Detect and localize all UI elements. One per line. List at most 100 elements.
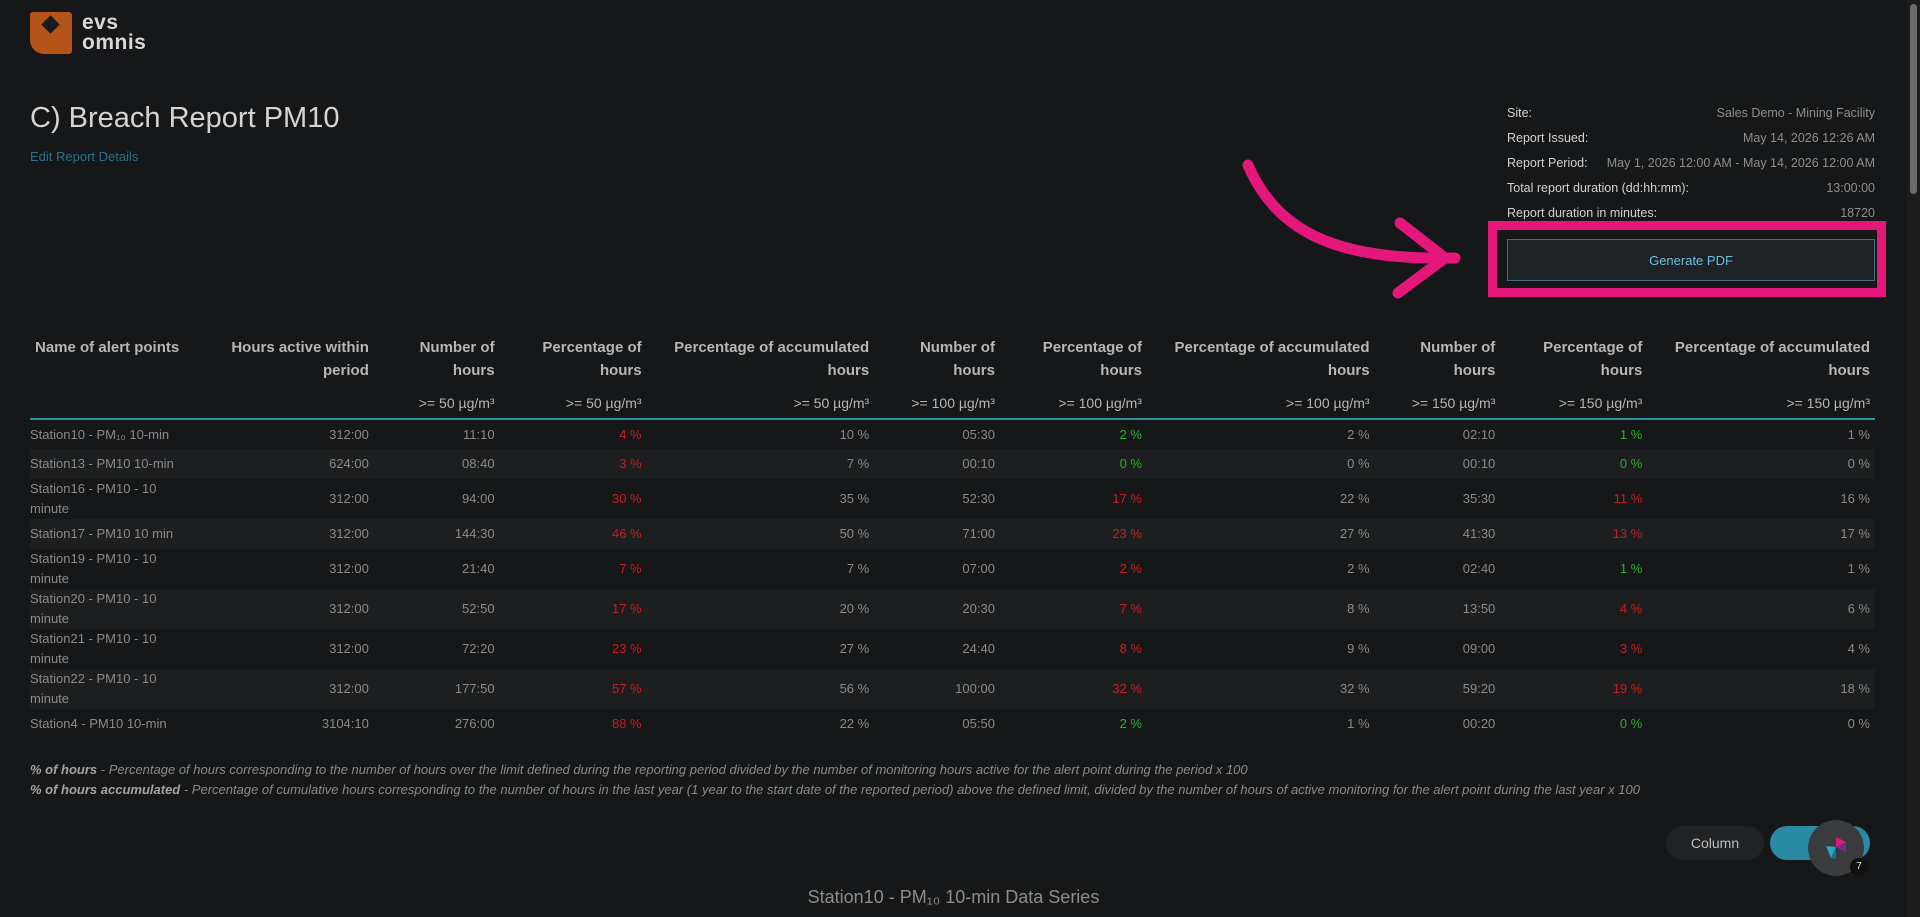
table-cell: 50 % (839, 526, 870, 541)
table-cell: 1 % (1347, 716, 1370, 731)
column-header: Name of alert points (35, 339, 180, 356)
page-scrollbar[interactable] (1907, 0, 1920, 917)
table-cell: 27 % (1339, 526, 1370, 541)
footnote-hours-text: - Percentage of hours corresponding to t… (97, 762, 1248, 777)
table-cell: 0 % (1347, 456, 1370, 471)
table-cell: 32 % (1112, 681, 1142, 696)
table-row: Station17 - PM10 10 min 312:00 144:30 46 % 5… (30, 519, 1875, 549)
table-cell: 1 % (1847, 561, 1870, 576)
meta-value: Sales Demo - Mining Facility (1716, 106, 1875, 120)
table-cell: 2 % (1347, 426, 1370, 442)
table-cell: 32 % (1339, 681, 1370, 696)
column-unit: >= 50 µg/m³ (499, 390, 647, 420)
column-header: Percentage of accumulated hours (1174, 339, 1370, 379)
generate-pdf-button[interactable]: Generate PDF (1507, 239, 1875, 281)
table-cell: 23 % (1112, 526, 1142, 541)
table-cell: 08:40 (462, 456, 495, 471)
help-notification-badge: 7 (1850, 858, 1868, 876)
column-header: Percentage of accumulated hours (1674, 339, 1870, 379)
alert-point-name: Station21 - PM10 - 10 minute (30, 631, 157, 666)
column-header: Number of hours (419, 339, 495, 379)
table-cell: 4 % (619, 426, 642, 442)
table-cell: 21:40 (462, 561, 495, 576)
meta-row: Report Issued: May 14, 2026 12:26 AM (1507, 129, 1875, 154)
alert-point-name: Station10 - PM₁₀ 10-min (30, 426, 170, 442)
table-cell: 13:50 (1462, 601, 1496, 616)
column-unit (30, 390, 199, 420)
meta-row: Total report duration (dd:hh:mm): 13:00:0… (1507, 179, 1875, 204)
table-cell: 52:50 (462, 601, 495, 616)
meta-label: Report Issued: (1507, 131, 1589, 145)
table-cell: 46 % (611, 526, 642, 541)
table-cell: 20:30 (962, 601, 995, 616)
table-cell: 27 % (839, 641, 870, 656)
table-cell: 00:10 (1462, 456, 1496, 471)
column-header: Hours active within period (231, 339, 369, 379)
table-cell: 144:30 (454, 526, 495, 541)
table-row: Station22 - PM10 - 10 minute 312:00 177:50… (30, 669, 1875, 709)
table-cell: 7 % (846, 456, 870, 471)
table-cell: 23 % (611, 641, 642, 656)
table-cell: 312:00 (329, 426, 369, 442)
table-cell: 18 % (1840, 681, 1870, 696)
column-header: Number of hours (1420, 339, 1496, 379)
table-cell: 0 % (1847, 716, 1870, 731)
table-cell: 3104:10 (321, 716, 369, 731)
column-header: Percentage of accumulated hours (674, 339, 870, 379)
table-cell: 100:00 (955, 681, 995, 696)
footnote-accumulated: % of hours accumulated - Percentage of c… (30, 780, 1640, 800)
table-cell: 11 % (1613, 491, 1643, 506)
table-cell: 17 % (611, 601, 642, 616)
meta-label: Report duration in minutes: (1507, 206, 1658, 220)
table-cell: 2 % (1347, 561, 1370, 576)
table-cell: 0 % (1847, 456, 1870, 471)
table-body: Station10 - PM₁₀ 10-min 312:00 11:10 4 % 10 … (30, 419, 1875, 739)
table-cell: 3 % (1619, 641, 1643, 656)
table-cell: 07:00 (962, 561, 995, 576)
table-cell: 71:00 (962, 526, 995, 541)
footnotes: % of hours - Percentage of hours corresp… (30, 760, 1640, 800)
table-cell: 59:20 (1462, 681, 1496, 696)
table-cell: 20 % (839, 601, 870, 616)
table-cell: 11:10 (463, 426, 495, 442)
footnote-hours: % of hours - Percentage of hours corresp… (30, 760, 1640, 780)
column-unit: >= 100 µg/m³ (1146, 390, 1375, 420)
column-header: Percentage of hours (542, 339, 642, 379)
column-chart-button[interactable]: Column (1666, 826, 1764, 860)
meta-row: Site: Sales Demo - Mining Facility (1507, 104, 1875, 129)
scrollbar-thumb[interactable] (1910, 4, 1917, 194)
table-cell: 19 % (1612, 681, 1643, 696)
table-cell: 22 % (839, 716, 870, 731)
table-row: Station10 - PM₁₀ 10-min 312:00 11:10 4 % 10 … (30, 419, 1875, 449)
table-cell: 1 % (1619, 561, 1643, 576)
meta-label: Site: (1507, 106, 1533, 120)
meta-label: Total report duration (dd:hh:mm): (1507, 181, 1690, 195)
table-cell: 00:10 (962, 456, 995, 471)
meta-row: Report Period: May 1, 2026 12:00 AM - May… (1507, 154, 1875, 179)
table-cell: 57 % (611, 681, 642, 696)
table-row: Station16 - PM10 - 10 minute 312:00 94:00 3… (30, 479, 1875, 519)
meta-row: Report duration in minutes: 18720 (1507, 204, 1875, 229)
table-cell: 8 % (1119, 641, 1142, 656)
meta-value: 13:00:00 (1826, 181, 1875, 195)
table-cell: 624:00 (329, 456, 369, 471)
column-unit: >= 150 µg/m³ (1500, 390, 1648, 420)
table-cell: 7 % (619, 561, 642, 576)
table-cell: 22 % (1339, 491, 1370, 506)
table-row: Station4 - PM10 10-min 3104:10 276:00 88 % 2… (30, 709, 1875, 739)
table-cell: 8 % (1347, 601, 1370, 616)
edit-report-details-link[interactable]: Edit Report Details (30, 149, 138, 164)
meta-value: 18720 (1840, 206, 1875, 220)
column-header: Percentage of hours (1543, 339, 1643, 379)
table-cell: 177:50 (454, 681, 495, 696)
table-cell: 30 % (611, 491, 642, 506)
logo-text-line2: omnis (82, 31, 147, 54)
table-cell: 09:00 (1462, 641, 1496, 656)
table-cell: 6 % (1847, 601, 1870, 616)
table-cell: 17 % (1112, 491, 1142, 506)
table-cell: 7 % (1119, 601, 1142, 616)
evs-omnis-logo[interactable]: evs omnis (30, 12, 146, 54)
logo-text-line1: evs (82, 11, 119, 34)
column-unit: >= 100 µg/m³ (874, 390, 1000, 420)
footnote-hours-term: % of hours (30, 762, 98, 777)
